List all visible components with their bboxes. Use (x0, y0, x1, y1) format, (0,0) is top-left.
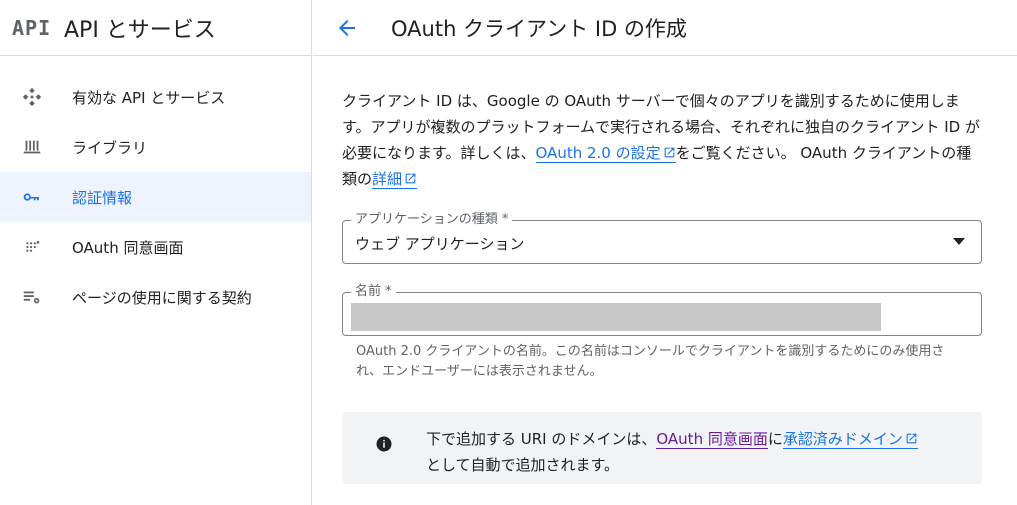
main-panel: OAuth クライアント ID の作成 クライアント ID は、Google の… (313, 0, 1017, 505)
app-root: API API とサービス 有効な API とサービス ライブラリ 認証情報 O… (0, 0, 1017, 505)
arrow-back-icon (339, 19, 355, 36)
consent-dots-icon (0, 236, 72, 258)
name-helper-text: OAuth 2.0 クライアントの名前。この名前はコンソールでクライアントを識別… (356, 344, 945, 379)
sidebar-header: API API とサービス (0, 0, 311, 56)
authorized-domains-link-label: 承認済みドメイン (782, 430, 903, 448)
open-in-new-icon (906, 433, 917, 444)
api-logo-icon: API (12, 15, 52, 40)
info-icon (342, 426, 426, 453)
info-part3: として自動で追加されます。 (426, 456, 620, 474)
application-type-value: ウェブ アプリケーション (355, 235, 525, 253)
info-banner: 下で追加する URI のドメインは、OAuth 同意画面に承認済みドメイン とし… (342, 412, 982, 484)
sidebar-item-page-agreements[interactable]: ページの使用に関する契約 (0, 272, 311, 322)
sidebar-title: API とサービス (64, 17, 216, 43)
sidebar-item-label: ページの使用に関する契約 (72, 288, 252, 307)
details-link[interactable]: 詳細 (372, 170, 418, 189)
name-field-wrapper: 名前 * (342, 283, 982, 336)
application-type-label: アプリケーションの種類 * (351, 211, 513, 229)
page-title: OAuth クライアント ID の作成 (391, 16, 687, 41)
sidebar-item-enabled-apis[interactable]: 有効な API とサービス (0, 72, 311, 122)
library-icon (0, 136, 72, 158)
open-in-new-icon (664, 147, 674, 158)
info-text: 下で追加する URI のドメインは、OAuth 同意画面に承認済みドメイン とし… (426, 426, 918, 478)
oauth-consent-link[interactable]: OAuth 同意画面 (656, 430, 768, 449)
sidebar-item-credentials[interactable]: 認証情報 (0, 172, 311, 222)
sidebar-item-label: ライブラリ (72, 138, 148, 157)
sidebar: API API とサービス 有効な API とサービス ライブラリ 認証情報 O… (0, 0, 312, 505)
sidebar-nav: 有効な API とサービス ライブラリ 認証情報 OAuth 同意画面 ページの… (0, 56, 311, 322)
details-link-label: 詳細 (372, 170, 403, 188)
page-header: OAuth クライアント ID の作成 (313, 0, 1017, 56)
dropdown-arrow-icon (953, 238, 965, 245)
key-icon (0, 186, 72, 208)
api-diamond-icon (0, 86, 72, 108)
name-input[interactable] (351, 303, 881, 331)
authorized-domains-link[interactable]: 承認済みドメイン (782, 430, 918, 449)
oauth-settings-link[interactable]: OAuth 2.0 の設定 (535, 144, 676, 163)
sidebar-item-oauth-consent[interactable]: OAuth 同意画面 (0, 222, 311, 272)
application-type-select[interactable]: アプリケーションの種類 * ウェブ アプリケーション (342, 211, 982, 264)
sidebar-item-label: OAuth 同意画面 (72, 238, 184, 257)
sidebar-item-label: 認証情報 (72, 188, 133, 207)
info-part2: に (767, 430, 783, 448)
description-text: クライアント ID は、Google の OAuth サーバーで個々のアプリを識… (342, 88, 982, 192)
open-in-new-icon (405, 173, 416, 184)
name-field-label: 名前 * (351, 283, 396, 301)
settings-list-icon (0, 286, 72, 308)
info-part1: 下で追加する URI のドメインは、 (426, 430, 657, 448)
form-content: クライアント ID は、Google の OAuth サーバーで個々のアプリを識… (313, 56, 1017, 484)
sidebar-item-library[interactable]: ライブラリ (0, 122, 311, 172)
oauth-settings-link-label: OAuth 2.0 の設定 (535, 144, 661, 162)
back-button[interactable] (313, 0, 383, 56)
sidebar-item-label: 有効な API とサービス (72, 88, 226, 107)
